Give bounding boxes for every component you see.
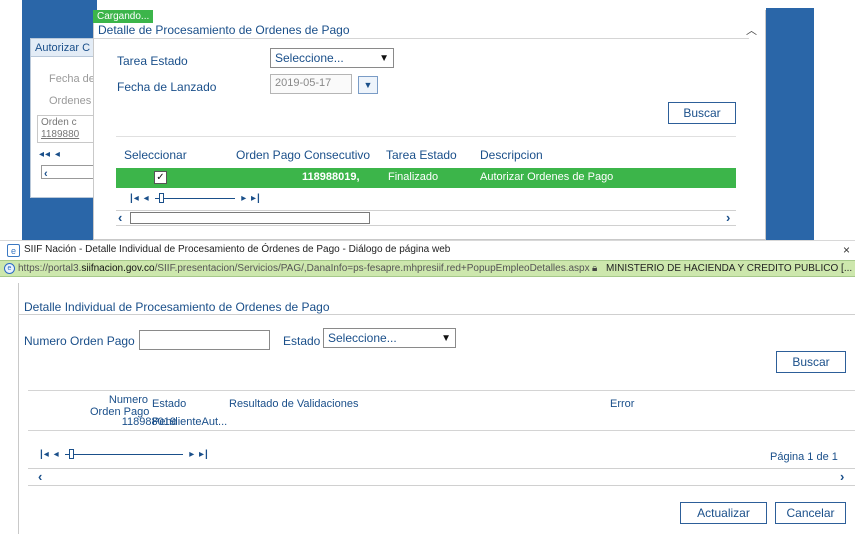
col-header-seleccionar: Seleccionar [124, 148, 187, 162]
col-header-estado: Estado [152, 398, 187, 410]
background-orden-header: Orden c [41, 117, 77, 128]
cell-estado: PendienteAut... [152, 416, 228, 428]
top-dialog: Detalle de Procesamiento de Ordenes de P… [93, 10, 766, 240]
numero-orden-input[interactable] [139, 330, 270, 350]
chevron-down-icon: ▼ [379, 52, 389, 64]
background-fecha-label: Fecha de [49, 73, 95, 85]
scroll-up-icon[interactable]: ︿ [746, 22, 757, 38]
cell-descripcion: Autorizar Ordenes de Pago [480, 171, 614, 183]
scroll-left-icon[interactable]: ‹ [44, 168, 48, 180]
cell-tarea-estado: Finalizado [388, 171, 439, 183]
scrollbar-thumb[interactable] [130, 212, 370, 224]
lock-icon: 🔒︎ [592, 263, 598, 274]
url-prefix: https://portal3. [18, 263, 82, 274]
col-header-resultado: Resultado de Validaciones [229, 398, 359, 410]
col-header-orden-pago: Orden Pago Consecutivo [236, 148, 371, 162]
background-hscroll[interactable]: ‹ [41, 165, 95, 180]
actualizar-button[interactable]: Actualizar [680, 502, 767, 524]
fecha-lanzado-input[interactable]: 2019-05-17 [270, 74, 352, 94]
last-page-icon[interactable]: ▸| [251, 193, 261, 204]
pager-slider-thumb[interactable] [159, 192, 165, 203]
browser-icon: e [7, 244, 20, 257]
col-header-tarea-estado: Tarea Estado [386, 148, 457, 162]
scroll-left-icon[interactable]: ‹ [38, 469, 42, 484]
scroll-right-icon[interactable]: › [840, 469, 844, 484]
chevron-down-icon: ▼ [441, 332, 451, 344]
url-domain: siifnacion.gov.co [81, 263, 155, 274]
divider [116, 136, 736, 137]
cancelar-button[interactable]: Cancelar [775, 502, 846, 524]
window-title: SIIF Nación - Detalle Individual de Proc… [24, 244, 451, 255]
next-page-icon[interactable]: ▸ [189, 449, 195, 460]
cell-consecutivo: 118988019, [302, 171, 360, 183]
top-pager[interactable]: |◂ ◂ ▸ ▸| [130, 192, 261, 204]
background-left-margin [0, 0, 22, 240]
fecha-lanzado-label: Fecha de Lanzado [117, 80, 217, 94]
next-page-icon[interactable]: ▸ [241, 193, 247, 204]
background-ordenes-label: Ordenes [49, 95, 92, 107]
first-page-icon[interactable]: |◂ [40, 449, 50, 460]
bottom-pager[interactable]: |◂ ◂ ▸ ▸| [40, 448, 209, 460]
background-panel: Autorizar C Fecha de Ordenes Orden c 118… [30, 38, 101, 198]
last-page-icon[interactable]: ▸| [199, 449, 209, 460]
tarea-estado-select[interactable]: Seleccione... ▼ [270, 48, 394, 68]
col-header-error: Error [610, 398, 635, 410]
table-row[interactable]: 118988019 PendienteAut... [28, 416, 855, 430]
estado-label: Estado [283, 334, 321, 348]
row-checkbox[interactable]: ✓ [154, 171, 167, 184]
bottom-dialog-title: Detalle Individual de Procesamiento de O… [24, 300, 330, 314]
page-icon: e [4, 263, 15, 274]
tarea-estado-selected: Seleccione... [275, 51, 344, 65]
background-orden-value[interactable]: 1189880 [41, 129, 93, 141]
background-blue-band-right [766, 8, 814, 240]
estado-select[interactable]: Seleccione... ▼ [323, 328, 456, 348]
divider [94, 38, 749, 39]
horizontal-scrollbar[interactable]: ‹ › [28, 468, 855, 486]
scroll-left-icon[interactable]: ‹ [118, 210, 122, 225]
pager-slider-thumb[interactable] [69, 448, 75, 459]
col-header-descripcion: Descripcion [480, 148, 543, 162]
divider [18, 314, 855, 315]
certificate-label[interactable]: MINISTERIO DE HACIENDA Y CREDITO PUBLICO… [606, 263, 852, 274]
calendar-dropdown-button[interactable]: ▼ [358, 76, 378, 94]
divider [28, 430, 855, 431]
tarea-estado-label: Tarea Estado [117, 54, 188, 68]
close-icon[interactable]: × [843, 243, 850, 257]
scroll-right-icon[interactable]: › [726, 210, 730, 225]
estado-selected: Seleccione... [328, 331, 397, 345]
pager-slider[interactable] [155, 192, 236, 203]
table-row[interactable]: ✓ 118988019, Finalizado Autorizar Ordene… [116, 168, 736, 188]
background-panel-title: Autorizar C [31, 39, 101, 57]
top-dialog-title: Detalle de Procesamiento de Ordenes de P… [98, 23, 350, 37]
window-title-bar: e SIIF Nación - Detalle Individual de Pr… [0, 240, 855, 260]
background-orden-box: Orden c 1189880 [37, 115, 97, 143]
buscar-button[interactable]: Buscar [776, 351, 846, 373]
col-header-numero-line1: Numero [108, 394, 148, 406]
col-header-numero-orden: Numero Orden Pago [90, 394, 149, 418]
page-info: Página 1 de 1 [770, 451, 838, 463]
prev-page-icon[interactable]: ◂ [54, 449, 60, 460]
url-text[interactable]: https://portal3.siifnacion.gov.co/SIIF.p… [18, 263, 590, 274]
first-page-icon[interactable]: |◂ [130, 193, 140, 204]
divider [28, 390, 855, 391]
prev-page-icon[interactable]: ◂ [144, 193, 150, 204]
buscar-button[interactable]: Buscar [668, 102, 736, 124]
url-path: /SIIF.presentacion/Servicios/PAG/,DanaIn… [154, 263, 590, 274]
address-bar: e https://portal3.siifnacion.gov.co/SIIF… [0, 260, 855, 277]
chevron-down-icon: ▼ [363, 80, 373, 90]
background-pager[interactable]: ◂◂ ◂ [39, 149, 61, 160]
horizontal-scrollbar[interactable]: ‹ › [116, 210, 736, 226]
loading-badge: Cargando... [93, 10, 154, 23]
pager-slider[interactable] [65, 448, 184, 459]
numero-orden-label: Numero Orden Pago [24, 334, 135, 348]
